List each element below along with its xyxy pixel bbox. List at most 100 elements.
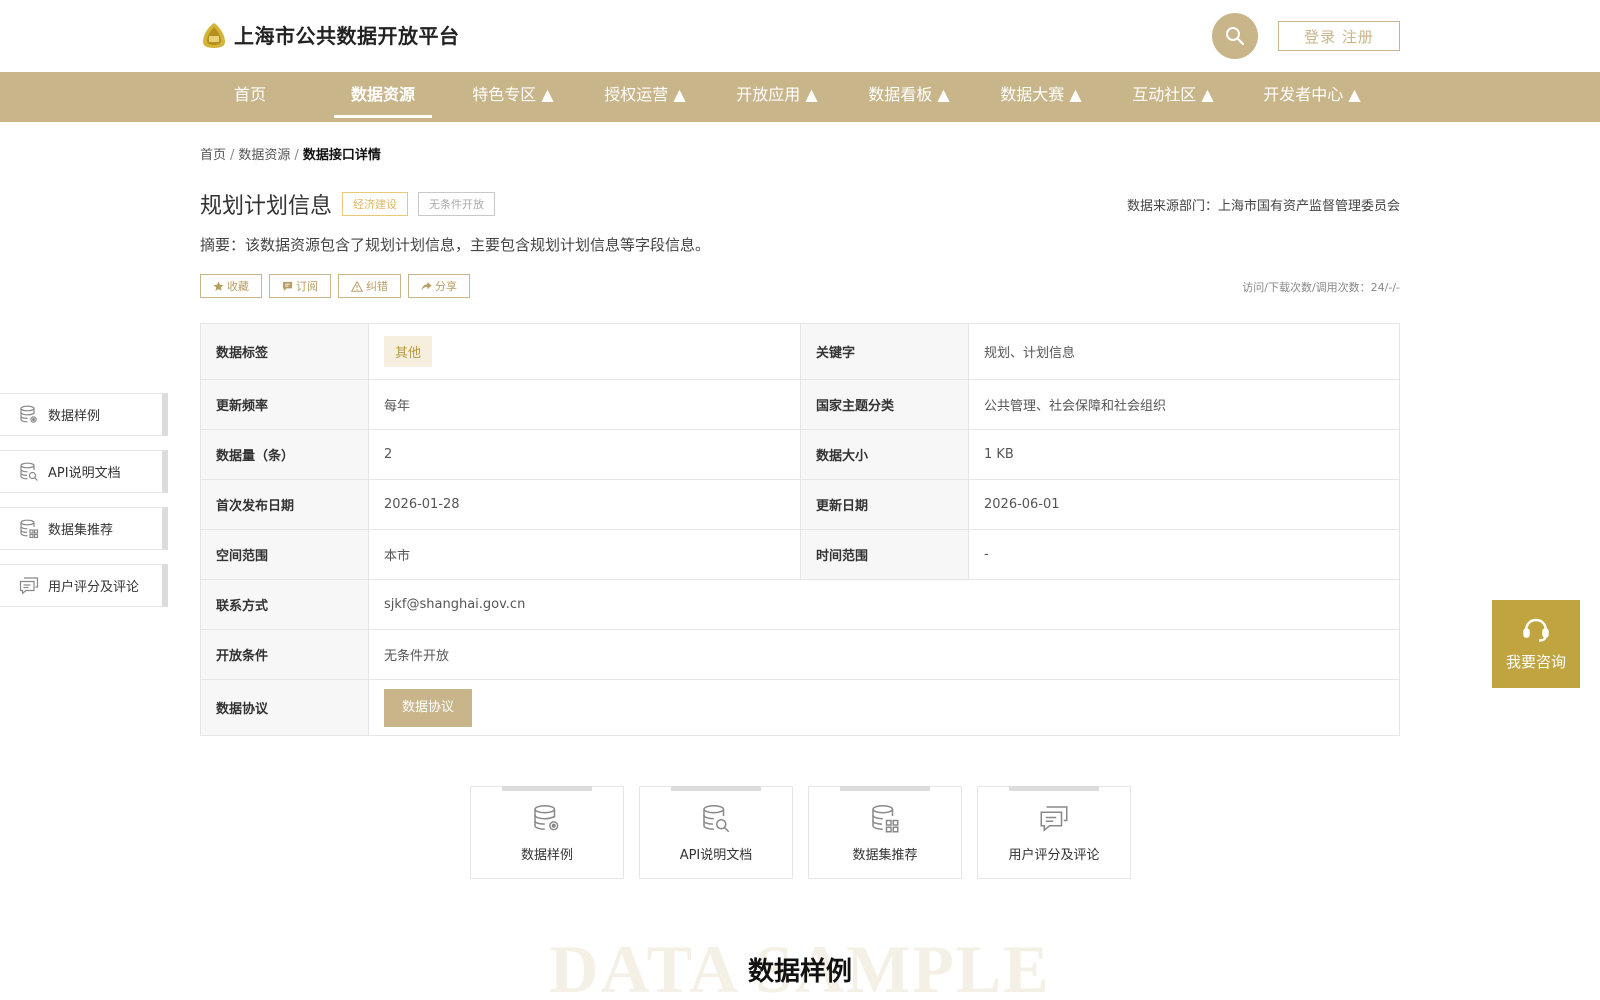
card-dataset-recommend-label: 数据集推荐 — [852, 848, 918, 863]
update-frequency-value: 每年 — [368, 379, 801, 430]
login-register-button[interactable]: 登录 注册 — [1278, 21, 1400, 51]
breadcrumb-current: 数据接口详情 — [302, 148, 381, 163]
search-icon — [1226, 27, 1245, 46]
database-search-icon — [19, 462, 39, 482]
subscribe-label: 订阅 — [296, 280, 318, 293]
section-title: 数据样例 — [747, 957, 852, 987]
side-tab-ratings-comments-label: 用户评分及评论 — [48, 580, 140, 595]
favorite-label: 收藏 — [227, 280, 249, 293]
agreement-label: 数据协议 — [200, 679, 369, 736]
share-icon — [421, 281, 432, 292]
first-publish-value: 2026-01-28 — [368, 479, 801, 530]
update-date-label: 更新日期 — [800, 479, 969, 530]
spatial-scope-label: 空间范围 — [200, 529, 369, 580]
time-scope-label: 时间范围 — [800, 529, 969, 580]
nav-item-authorized-ops[interactable]: 授权运营 ▲ — [596, 72, 694, 122]
summary-text: 摘要：该数据资源包含了规划计划信息，主要包含规划计划信息等字段信息。 — [200, 236, 711, 254]
favorite-button[interactable]: 收藏 — [200, 274, 262, 298]
database-grid-icon — [19, 519, 39, 539]
site-header: 上海市公共数据开放平台 登录 注册 — [0, 0, 1600, 72]
side-tab-ratings-comments[interactable]: 用户评分及评论 — [0, 564, 168, 607]
table-row: 更新频率 每年 国家主题分类 公共管理、社会保障和社会组织 — [200, 379, 1400, 430]
data-tag-badge[interactable]: 其他 — [384, 336, 433, 367]
logo-icon — [203, 22, 225, 48]
card-ratings-comments[interactable]: 用户评分及评论 — [977, 786, 1131, 879]
headset-icon — [1522, 617, 1550, 643]
page-title: 规划计划信息 — [200, 194, 333, 219]
table-row: 数据量（条） 2 数据大小 1 KB — [200, 429, 1400, 480]
nav-item-data-dashboard[interactable]: 数据看板 ▲ — [860, 72, 958, 122]
keyword-label: 关键字 — [800, 323, 969, 380]
access-stats: 访问/下载次数/调用次数：24/-/- — [1242, 281, 1400, 294]
consult-button[interactable]: 我要咨询 — [1492, 600, 1580, 688]
card-data-sample-label: 数据样例 — [520, 848, 573, 863]
spatial-scope-value: 本市 — [368, 529, 801, 580]
site-title: 上海市公共数据开放平台 — [234, 24, 460, 48]
data-agreement-button[interactable]: 数据协议 — [384, 688, 473, 727]
data-size-label: 数据大小 — [800, 429, 969, 480]
card-dataset-recommend[interactable]: 数据集推荐 — [808, 786, 962, 879]
record-count-label: 数据量（条） — [200, 429, 369, 480]
site-logo[interactable]: 上海市公共数据开放平台 — [200, 20, 460, 49]
data-size-value: 1 KB — [968, 429, 1400, 480]
side-tab-api-docs[interactable]: API说明文档 — [0, 450, 168, 493]
side-tab-dataset-recommend[interactable]: 数据集推荐 — [0, 507, 168, 550]
side-tab-nav: 数据样例 API说明文档 数据集推荐 用户评分及评论 — [0, 393, 168, 621]
database-search-icon — [701, 804, 731, 834]
card-ratings-comments-label: 用户评分及评论 — [1008, 848, 1100, 863]
card-data-sample[interactable]: 数据样例 — [470, 786, 624, 879]
database-gear-icon — [19, 405, 39, 425]
comments-icon — [19, 576, 39, 596]
section-cards: 数据样例 API说明文档 数据集推荐 用户评分及评论 — [470, 786, 1146, 879]
keyword-value: 规划、计划信息 — [968, 323, 1400, 380]
nav-item-special-zone[interactable]: 特色专区 ▲ — [464, 72, 562, 122]
warning-icon — [351, 280, 363, 292]
table-row: 开放条件 无条件开放 — [200, 629, 1400, 680]
nav-item-home[interactable]: 首页 — [220, 72, 280, 122]
agreement-cell: 数据协议 — [368, 679, 1400, 736]
consult-label: 我要咨询 — [1505, 652, 1566, 671]
side-tab-api-docs-label: API说明文档 — [48, 466, 121, 481]
card-api-docs-label: API说明文档 — [679, 848, 753, 863]
info-table: 数据标签 其他 关键字 规划、计划信息 更新频率 每年 国家主题分类 公共管理、… — [200, 323, 1400, 736]
data-tag-cell: 其他 — [368, 323, 801, 380]
side-tab-data-sample[interactable]: 数据样例 — [0, 393, 168, 436]
side-tab-dataset-recommend-label: 数据集推荐 — [48, 523, 114, 538]
nav-item-data-contest[interactable]: 数据大赛 ▲ — [992, 72, 1090, 122]
star-icon — [213, 281, 224, 292]
nav-item-developer[interactable]: 开发者中心 ▲ — [1256, 72, 1368, 122]
database-gear-icon — [532, 804, 562, 834]
open-condition-label: 开放条件 — [200, 629, 369, 680]
nav-item-open-apps[interactable]: 开放应用 ▲ — [728, 72, 826, 122]
share-button[interactable]: 分享 — [408, 274, 470, 298]
category-tag: 经济建设 — [342, 192, 409, 216]
nav-item-data-resources[interactable]: 数据资源 — [334, 72, 432, 122]
update-date-value: 2026-06-01 — [968, 479, 1400, 530]
title-row: 规划计划信息 经济建设 无条件开放 — [200, 188, 496, 220]
breadcrumb-data-resources[interactable]: 数据资源 — [238, 148, 290, 163]
record-count-value: 2 — [368, 429, 801, 480]
table-row: 首次发布日期 2026-01-28 更新日期 2026-06-01 — [200, 479, 1400, 530]
table-row: 数据标签 其他 关键字 规划、计划信息 — [200, 323, 1400, 380]
database-grid-icon — [870, 804, 900, 834]
national-theme-value: 公共管理、社会保障和社会组织 — [968, 379, 1400, 430]
table-row: 数据协议 数据协议 — [200, 679, 1400, 736]
card-api-docs[interactable]: API说明文档 — [639, 786, 793, 879]
open-type-tag: 无条件开放 — [418, 192, 496, 216]
data-tag-label: 数据标签 — [200, 323, 369, 380]
time-scope-value: - — [968, 529, 1400, 580]
table-row: 空间范围 本市 时间范围 - — [200, 529, 1400, 580]
report-error-button[interactable]: 纠错 — [338, 274, 401, 298]
source-department: 数据来源部门：上海市国有资产监督管理委员会 — [1126, 199, 1400, 214]
update-frequency-label: 更新频率 — [200, 379, 369, 430]
action-bar: 收藏 订阅 纠错 分享 — [200, 274, 477, 298]
subscribe-icon — [282, 281, 293, 292]
comments-icon — [1039, 804, 1069, 834]
nav-item-community[interactable]: 互动社区 ▲ — [1124, 72, 1222, 122]
table-row: 联系方式 sjkf@shanghai.gov.cn — [200, 579, 1400, 630]
breadcrumb-home[interactable]: 首页 — [200, 148, 226, 163]
breadcrumb: 首页 / 数据资源 / 数据接口详情 — [200, 148, 381, 163]
subscribe-button[interactable]: 订阅 — [269, 274, 331, 298]
search-button[interactable] — [1212, 13, 1258, 59]
report-error-label: 纠错 — [366, 280, 388, 293]
